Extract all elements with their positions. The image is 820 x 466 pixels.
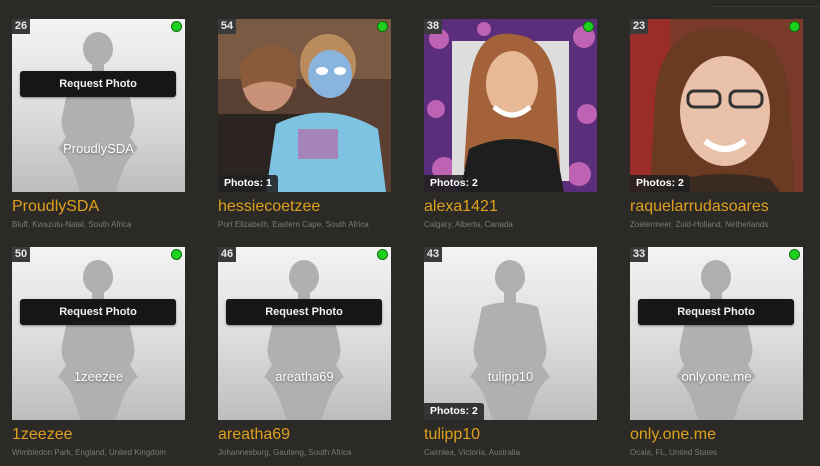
profile-card: 33 Request Photo only.one.me only.one.me… [630,247,803,457]
online-indicator [377,249,388,260]
profile-card: 38 Photos: 2 alexa1421 Calgary, Alberta,… [424,19,597,229]
profile-card: 54 Photos: 1 hessiecoetzee Port Elizabet… [218,19,391,229]
profile-photo [424,19,597,192]
profile-photo [630,19,803,192]
age-badge: 26 [12,19,30,34]
location-text: Zoetermeer, Zuid-Holland, Netherlands [630,220,769,229]
username-link[interactable]: raquelarrudasoares [630,198,803,216]
profile-tile[interactable]: 54 Photos: 1 [218,19,391,192]
profile-card: 50 Request Photo 1zeezee 1zeezee Wimbled… [12,247,185,457]
profile-photo [218,19,391,192]
age-badge: 33 [630,247,648,262]
username-link[interactable]: alexa1421 [424,198,597,216]
username-overlay: ProudlySDA [63,141,134,156]
photo-count-badge: Photos: 2 [630,175,690,192]
request-photo-button[interactable]: Request Photo [20,71,176,97]
location-text: Ocala, FL, United States [630,448,718,457]
age-badge: 38 [424,19,442,34]
age-badge: 54 [218,19,236,34]
age-badge: 46 [218,247,236,262]
online-indicator [171,21,182,32]
profile-card: 46 Request Photo areatha69 areatha69 Joh… [218,247,391,457]
username-link[interactable]: 1zeezee [12,426,185,444]
silhouette-placeholder [264,260,344,420]
request-photo-button[interactable]: Request Photo [20,299,176,325]
location-text: Johannesburg, Gauteng, South Africa [218,448,352,457]
profile-tile[interactable]: 33 Request Photo only.one.me [630,247,803,420]
username-overlay: tulipp10 [487,369,534,384]
photo-count-badge: Photos: 2 [424,175,484,192]
request-photo-button[interactable]: Request Photo [226,299,382,325]
header-divider [712,6,820,7]
age-badge: 23 [630,19,648,34]
photo-count-badge: Photos: 1 [218,175,278,192]
location-text: Port Elizabeth, Eastern Cape, South Afri… [218,220,369,229]
location-text: Bluff, Kwazulu-Natal, South Africa [12,220,132,229]
profile-card: 26 Request Photo ProudlySDA ProudlySDA B… [12,19,185,229]
username-overlay: only.one.me [681,369,752,384]
location-text: Calgary, Alberta, Canada [424,220,513,229]
username-link[interactable]: tulipp10 [424,426,597,444]
username-overlay: areatha69 [275,369,334,384]
username-link[interactable]: hessiecoetzee [218,198,391,216]
photo-count-badge: Photos: 2 [424,403,484,420]
location-text: Cairnlea, Victoria, Australia [424,448,520,457]
profile-card: 23 Photos: 2 raquelarrudasoares Zoeterme… [630,19,803,229]
username-overlay: 1zeezee [73,369,124,384]
online-indicator [377,21,388,32]
silhouette-placeholder [676,260,756,420]
online-indicator [789,21,800,32]
online-indicator [789,249,800,260]
online-indicator [171,249,182,260]
profile-tile[interactable]: 23 Photos: 2 [630,19,803,192]
username-link[interactable]: only.one.me [630,426,803,444]
online-indicator [583,21,594,32]
username-link[interactable]: ProudlySDA [12,198,185,216]
profile-tile[interactable]: 46 Request Photo areatha69 [218,247,391,420]
profile-tile[interactable]: 38 Photos: 2 [424,19,597,192]
silhouette-placeholder [58,32,138,192]
age-badge: 50 [12,247,30,262]
silhouette-placeholder [470,260,550,420]
request-photo-button[interactable]: Request Photo [638,299,794,325]
age-badge: 43 [424,247,442,262]
profile-tile[interactable]: 50 Request Photo 1zeezee [12,247,185,420]
profile-card: 43 tulipp10 Photos: 2 tulipp10 Cairnlea,… [424,247,597,457]
profile-tile[interactable]: 26 Request Photo ProudlySDA [12,19,185,192]
silhouette-placeholder [58,260,138,420]
profile-tile[interactable]: 43 tulipp10 Photos: 2 [424,247,597,420]
location-text: Wimbledon Park, England, United Kingdom [12,448,166,457]
username-link[interactable]: areatha69 [218,426,391,444]
